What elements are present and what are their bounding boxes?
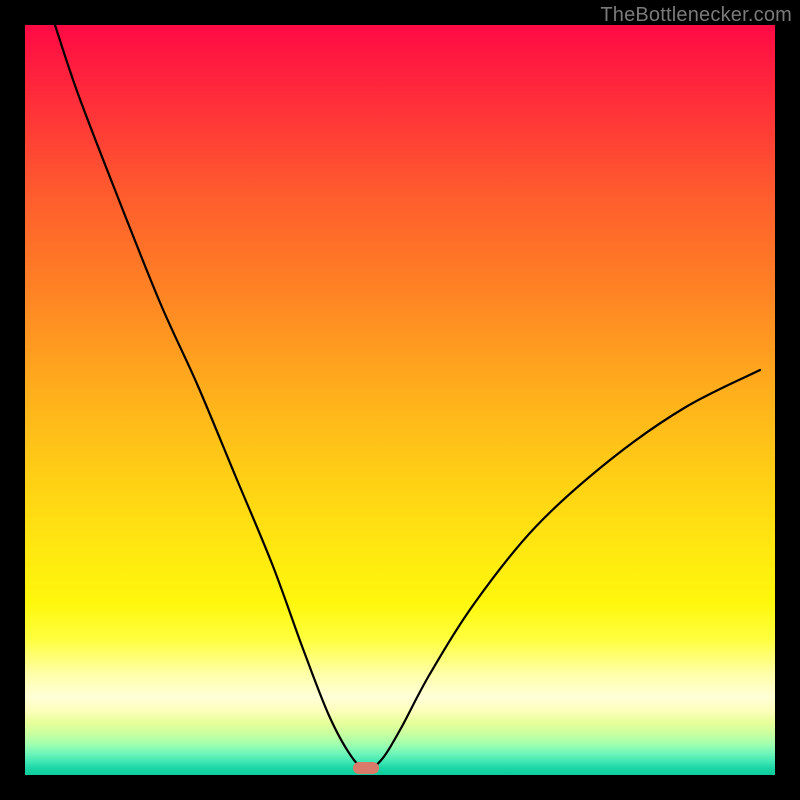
watermark-text: TheBottlenecker.com bbox=[600, 4, 792, 27]
optimum-marker bbox=[353, 762, 379, 774]
bottleneck-curve bbox=[55, 25, 760, 769]
outer-frame: TheBottlenecker.com bbox=[0, 0, 800, 800]
plot-area bbox=[25, 25, 775, 775]
curve-svg bbox=[25, 25, 775, 775]
